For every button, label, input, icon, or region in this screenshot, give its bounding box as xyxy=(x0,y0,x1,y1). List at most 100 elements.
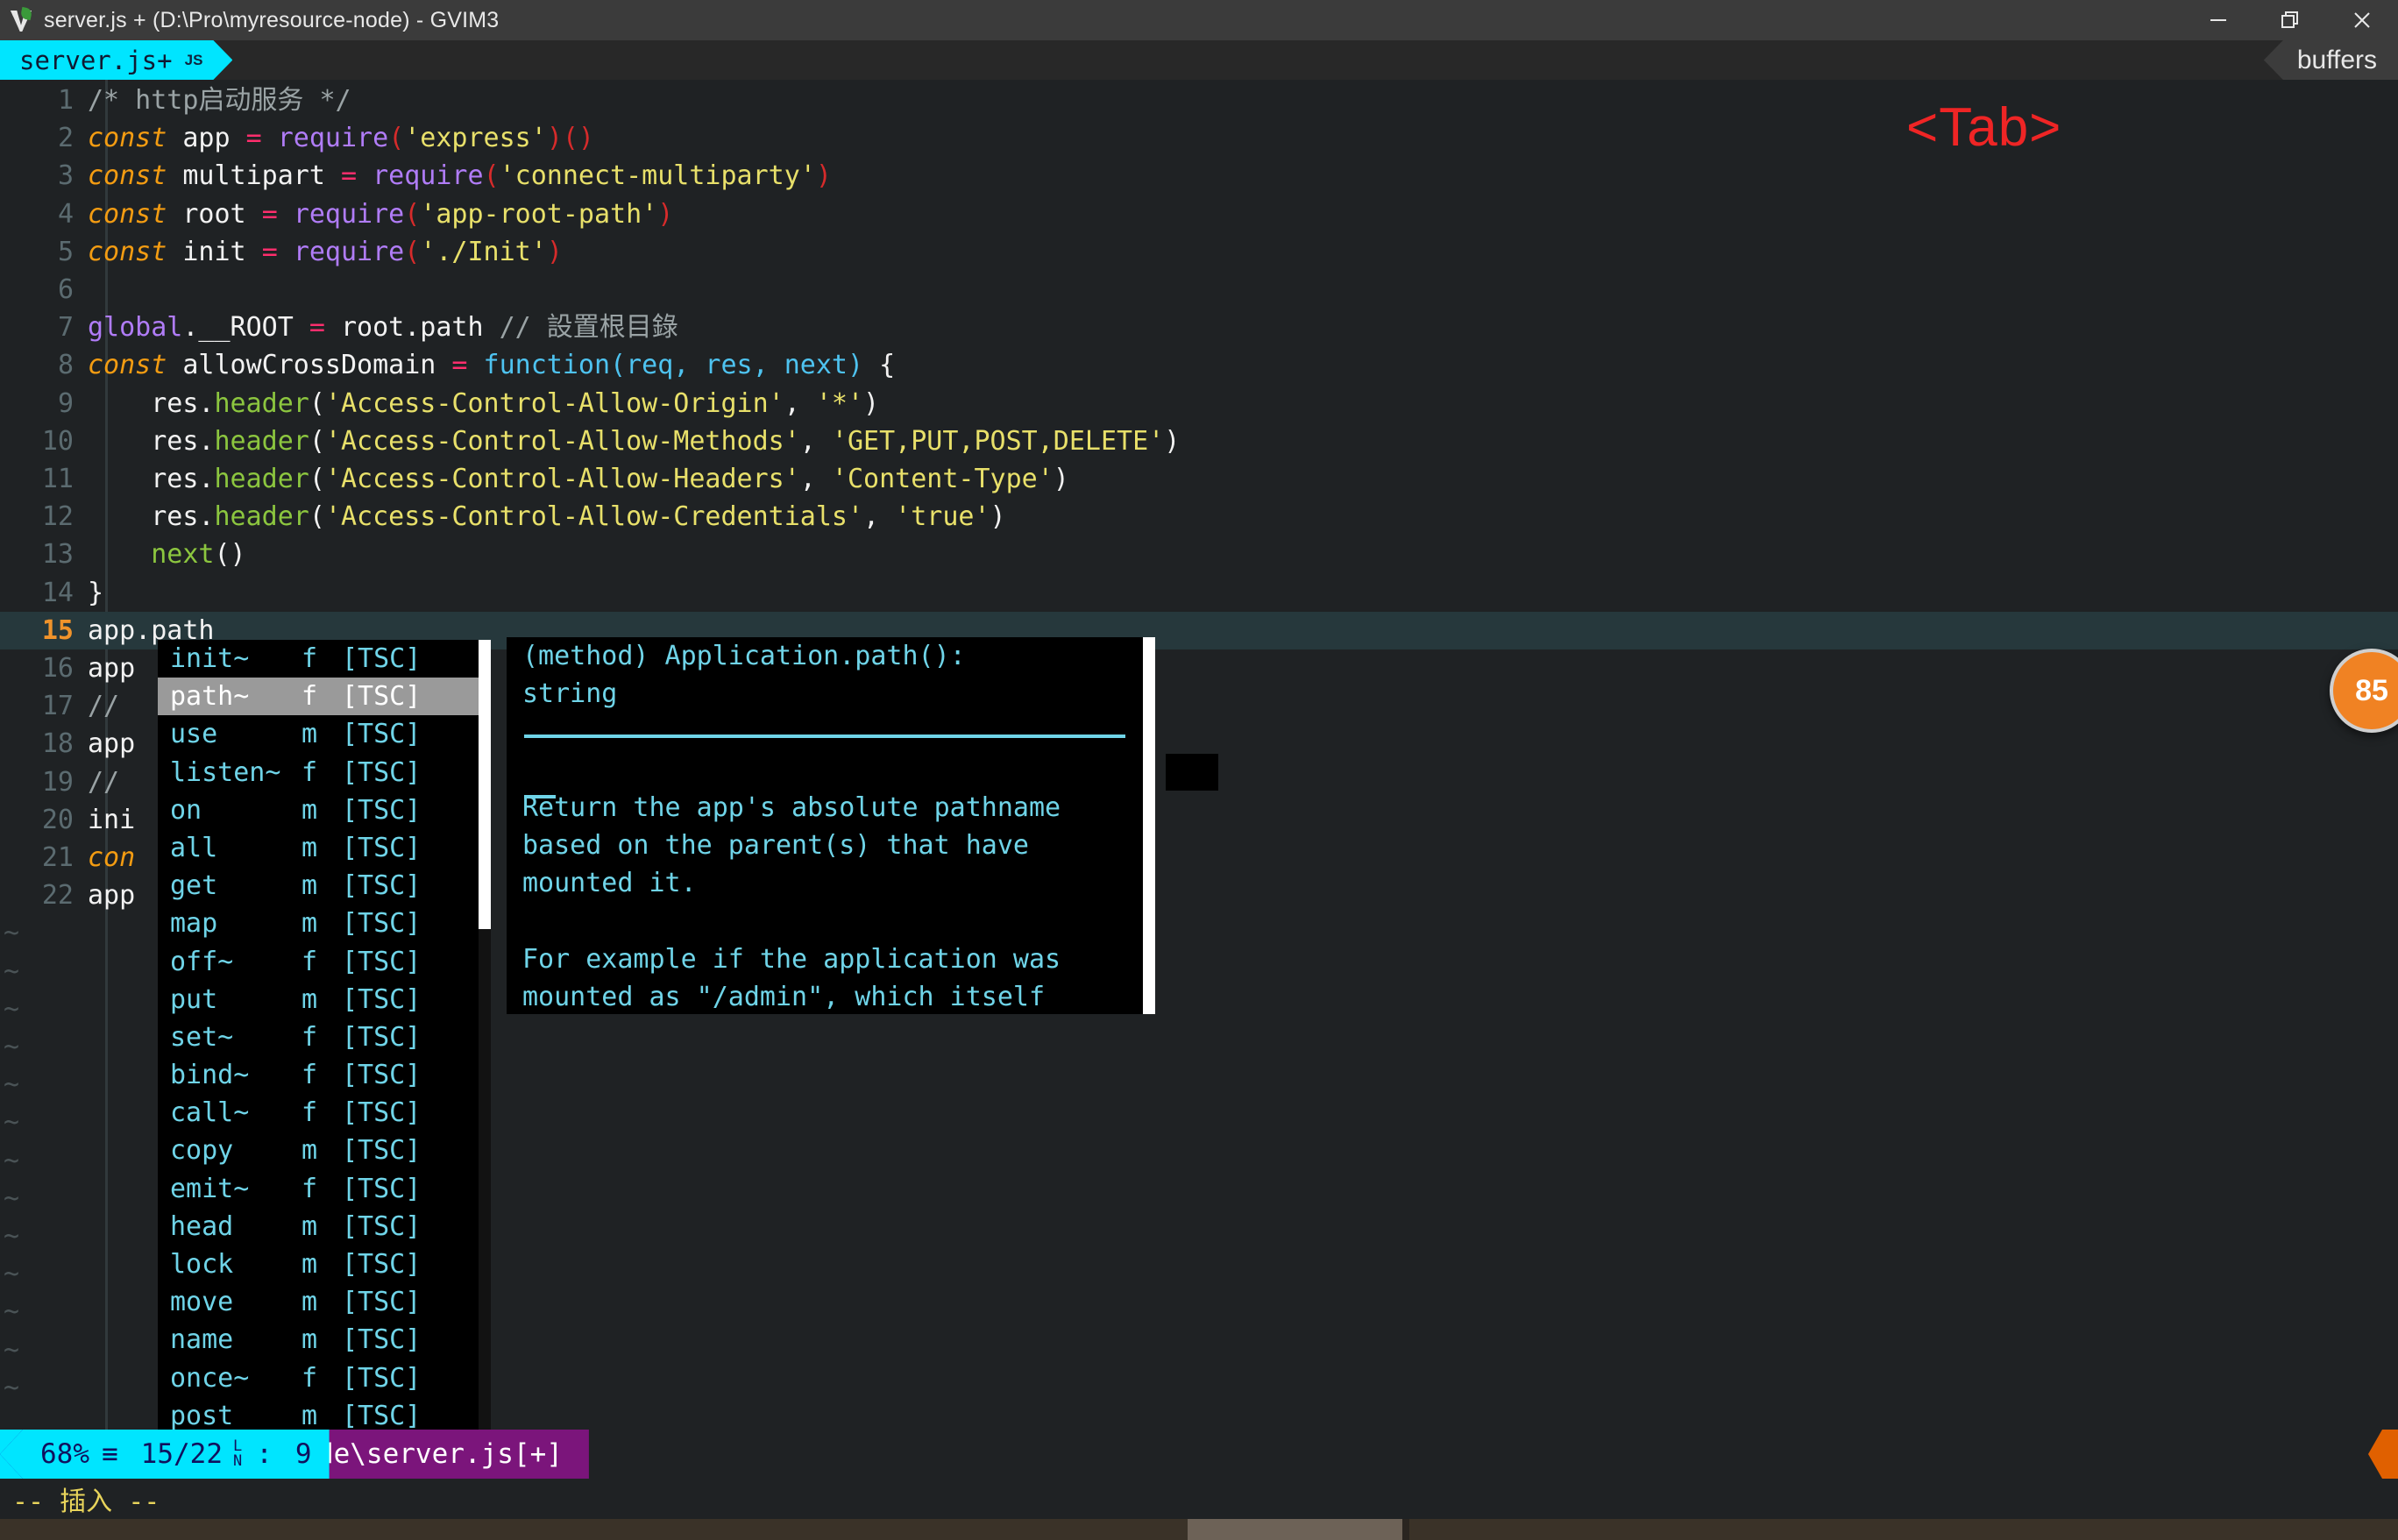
preview-body-line: mounted as "/admin", which itself xyxy=(507,978,1155,1016)
code-token: ) xyxy=(816,160,832,191)
completion-popup-menu[interactable]: init~f[TSC]path~f[TSC]usem[TSC]listen~f[… xyxy=(158,640,491,1455)
completion-word: once~ xyxy=(170,1359,302,1397)
completion-source: [TSC] xyxy=(342,1249,421,1280)
tab-label: server.js+ xyxy=(19,46,173,75)
status-line-count: 15/22 xyxy=(141,1438,223,1470)
taskbar-separator xyxy=(1402,1519,1409,1540)
completion-kind: f xyxy=(302,754,342,791)
completion-kind: m xyxy=(302,715,342,753)
close-button[interactable] xyxy=(2326,0,2398,40)
code-token: require xyxy=(294,237,404,267)
completion-word: all xyxy=(170,829,302,867)
code-token: .__ROOT xyxy=(182,312,309,343)
code-token: init xyxy=(167,237,261,267)
completion-item[interactable]: usem[TSC] xyxy=(158,715,491,753)
code-token: = xyxy=(309,312,325,343)
completion-item[interactable]: once~f[TSC] xyxy=(158,1359,491,1397)
restore-button[interactable] xyxy=(2254,0,2326,40)
completion-source: [TSC] xyxy=(342,795,421,826)
code-token: const xyxy=(88,123,167,153)
completion-source: [TSC] xyxy=(342,908,421,939)
completion-kind: m xyxy=(302,829,342,867)
line-number: 6 xyxy=(0,271,88,309)
insert-mode-message: -- 插入 -- xyxy=(12,1480,160,1518)
code-token: // 設置根目錄 xyxy=(500,312,678,343)
completion-kind: m xyxy=(302,1208,342,1245)
completion-item[interactable]: mapm[TSC] xyxy=(158,905,491,942)
tilde-icon: ~ xyxy=(0,994,19,1025)
line-number: 8 xyxy=(0,346,88,384)
code-token: , xyxy=(800,426,832,457)
completion-item[interactable]: bind~f[TSC] xyxy=(158,1056,491,1094)
minimize-button[interactable] xyxy=(2182,0,2254,40)
code-token: header xyxy=(215,464,309,494)
completion-word: map xyxy=(170,905,302,942)
message-line: -- 插入 -- xyxy=(0,1479,2398,1519)
code-token: require xyxy=(278,123,388,153)
completion-item[interactable]: off~f[TSC] xyxy=(158,943,491,981)
preview-body-line xyxy=(507,902,1155,940)
completion-item[interactable]: copym[TSC] xyxy=(158,1132,491,1169)
code-token: ( xyxy=(388,123,404,153)
completion-item[interactable]: emit~f[TSC] xyxy=(158,1170,491,1208)
buffers-tab[interactable]: buffers xyxy=(2264,40,2398,80)
code-token: ) xyxy=(657,199,673,230)
preview-scrollbar[interactable] xyxy=(1143,637,1155,1014)
preview-body: Return the app's absolute pathnamebased … xyxy=(507,789,1155,1016)
code-line-10: 10 res.header('Access-Control-Allow-Meth… xyxy=(0,422,2398,460)
code-token: res. xyxy=(88,388,215,419)
completion-item[interactable]: headm[TSC] xyxy=(158,1208,491,1245)
completion-word: on xyxy=(170,791,302,829)
completion-source: [TSC] xyxy=(342,1401,421,1431)
completion-items[interactable]: init~f[TSC]path~f[TSC]usem[TSC]listen~f[… xyxy=(158,640,491,1455)
completion-item[interactable]: path~f[TSC] xyxy=(158,678,491,715)
code-token: ( xyxy=(309,388,325,419)
code-token: 'GET,PUT,POST,DELETE' xyxy=(832,426,1164,457)
line-number: 14 xyxy=(0,574,88,612)
completion-item[interactable]: movem[TSC] xyxy=(158,1283,491,1321)
gvim-icon xyxy=(9,7,35,33)
taskbar-active-item[interactable] xyxy=(1188,1519,1402,1540)
completion-item[interactable]: namem[TSC] xyxy=(158,1321,491,1359)
completion-item[interactable]: putm[TSC] xyxy=(158,981,491,1018)
line-number: 13 xyxy=(0,536,88,573)
code-token: 'Access-Control-Allow-Methods' xyxy=(325,426,800,457)
code-token: 'express' xyxy=(404,123,547,153)
code-token: app xyxy=(88,880,135,911)
code-line-12: 12 res.header('Access-Control-Allow-Cred… xyxy=(0,498,2398,536)
window-title: server.js + (D:\Pro\myresource-node) - G… xyxy=(44,8,499,33)
code-token: ( xyxy=(484,160,500,191)
code-token: res. xyxy=(88,426,215,457)
code-token: ( xyxy=(309,426,325,457)
code-token: root.path xyxy=(325,312,500,343)
code-token: ) xyxy=(547,237,563,267)
code-token xyxy=(88,539,151,570)
code-token: ( xyxy=(309,501,325,532)
code-token: 'app-root-path' xyxy=(420,199,657,230)
popup-scrollbar-thumb[interactable] xyxy=(479,640,491,929)
code-line-8: 8const allowCrossDomain = function(req, … xyxy=(0,346,2398,384)
code-token: require xyxy=(372,160,483,191)
tilde-icon: ~ xyxy=(0,1335,19,1366)
completion-item[interactable]: lockm[TSC] xyxy=(158,1245,491,1283)
completion-item[interactable]: set~f[TSC] xyxy=(158,1018,491,1056)
line-number: 12 xyxy=(0,498,88,536)
completion-item[interactable]: init~f[TSC] xyxy=(158,640,491,678)
completion-item[interactable]: getm[TSC] xyxy=(158,867,491,905)
popup-scrollbar[interactable] xyxy=(479,640,491,1455)
code-token: 'Access-Control-Allow-Headers' xyxy=(325,464,800,494)
line-number: 9 xyxy=(0,385,88,422)
completion-source: [TSC] xyxy=(342,1022,421,1053)
code-line-9: 9 res.header('Access-Control-Allow-Origi… xyxy=(0,385,2398,422)
completion-source: [TSC] xyxy=(342,1287,421,1317)
completion-item[interactable]: allm[TSC] xyxy=(158,829,491,867)
preview-body-line: For example if the application was xyxy=(507,940,1155,978)
code-token xyxy=(278,199,294,230)
completion-item[interactable]: listen~f[TSC] xyxy=(158,754,491,791)
code-line-14: 14} xyxy=(0,574,2398,612)
completion-item[interactable]: call~f[TSC] xyxy=(158,1094,491,1132)
completion-word: move xyxy=(170,1283,302,1321)
tab-server-js[interactable]: server.js+ JS xyxy=(0,40,232,80)
code-token xyxy=(357,160,372,191)
completion-item[interactable]: onm[TSC] xyxy=(158,791,491,829)
